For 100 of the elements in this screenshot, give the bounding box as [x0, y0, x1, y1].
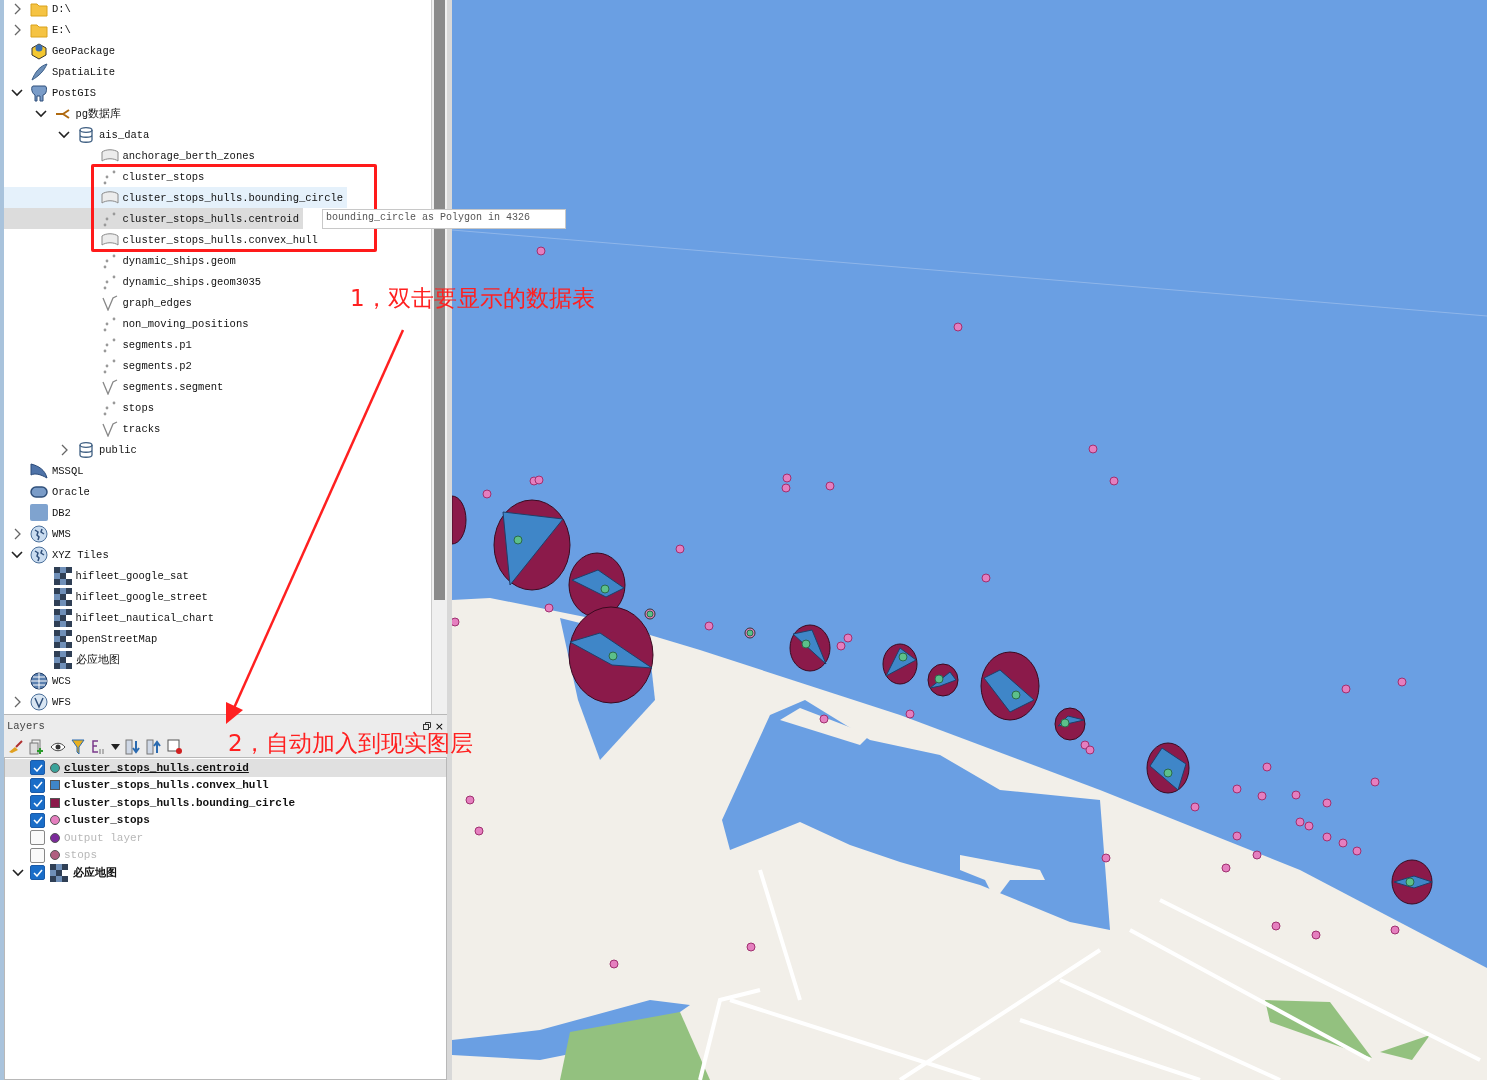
- tree-item[interactable]: non_moving_positions: [4, 313, 253, 334]
- point-marker: [1291, 790, 1301, 800]
- filter-icon[interactable]: [71, 739, 85, 755]
- globe-icon: [30, 545, 48, 564]
- globe-icon: [30, 671, 48, 690]
- chevron-down-icon[interactable]: [57, 128, 71, 141]
- checkbox[interactable]: [30, 847, 45, 863]
- tree-item[interactable]: WMS: [4, 523, 75, 544]
- point-marker: [1221, 863, 1231, 873]
- tree-item[interactable]: anchorage_berth_zones: [4, 145, 259, 166]
- checkbox[interactable]: [30, 812, 45, 828]
- checker-tile-icon: [53, 629, 72, 648]
- point-marker: [675, 544, 685, 554]
- point-marker: [781, 483, 791, 493]
- tree-item[interactable]: dynamic_ships.geom3035: [4, 271, 266, 292]
- layer-item[interactable]: cluster_stops_hulls.bounding_circle: [5, 794, 446, 812]
- point-marker: [609, 959, 619, 969]
- paint-brush-icon[interactable]: [8, 740, 24, 754]
- sail-icon: [30, 462, 48, 479]
- chevron-down-icon[interactable]: [10, 548, 24, 561]
- checkbox[interactable]: [30, 865, 45, 881]
- eye-icon[interactable]: [50, 741, 66, 753]
- tree-item[interactable]: WFS: [4, 691, 75, 712]
- layer-item[interactable]: cluster_stops_hulls.convex_hull: [5, 776, 446, 794]
- cluster-drawing: [1391, 859, 1433, 905]
- layer-item[interactable]: cluster_stops_hulls.centroid: [5, 759, 446, 777]
- tree-item[interactable]: segments.p1: [4, 334, 196, 355]
- caret-icon[interactable]: [111, 744, 120, 750]
- tree-item[interactable]: DB2: [4, 502, 75, 523]
- point-marker: [1338, 838, 1348, 848]
- tree-item[interactable]: ais_data: [4, 124, 154, 145]
- point-marker: [1232, 831, 1242, 841]
- tree-item[interactable]: WCS: [4, 670, 75, 691]
- tree-item[interactable]: D:\: [4, 0, 75, 19]
- add-group-icon[interactable]: [29, 739, 45, 755]
- tree-item[interactable]: cluster_stops_hulls.bounding_circle: [4, 187, 348, 208]
- folder-icon: [30, 21, 48, 38]
- tree-item[interactable]: public: [4, 439, 141, 460]
- feather-icon: [30, 62, 48, 81]
- tree-item[interactable]: graph_edges: [4, 292, 196, 313]
- tree-item[interactable]: 必应地图: [4, 649, 124, 670]
- panel-title: Layers: [7, 720, 45, 732]
- expand-all-icon[interactable]: [125, 739, 141, 755]
- checkbox[interactable]: [30, 795, 45, 811]
- polygon-icon: [100, 190, 119, 205]
- tree-item[interactable]: hifleet_nautical_chart: [4, 607, 219, 628]
- tree-item[interactable]: hifleet_google_sat: [4, 565, 193, 586]
- tree-item[interactable]: OpenStreetMap: [4, 628, 162, 649]
- connection-icon: [54, 107, 71, 120]
- expression-icon[interactable]: [90, 739, 106, 755]
- tree-item[interactable]: MSSQL: [4, 460, 88, 481]
- tree-item[interactable]: stops: [4, 397, 158, 418]
- chevron-down-icon[interactable]: [10, 86, 24, 99]
- tree-item[interactable]: GeoPackage: [4, 40, 119, 61]
- tooltip: bounding_circle as Polygon in 4326: [322, 209, 566, 229]
- tree-item[interactable]: tracks: [4, 418, 165, 439]
- tree-item[interactable]: segments.segment: [4, 376, 228, 397]
- point-marker: [1085, 745, 1095, 755]
- checkbox[interactable]: [30, 760, 45, 776]
- database-tile-icon: [30, 504, 48, 521]
- tree-item[interactable]: pg数据库: [4, 103, 126, 124]
- collapse-all-icon[interactable]: [146, 739, 162, 755]
- point-marker: [1252, 850, 1262, 860]
- tree-item[interactable]: E:\: [4, 19, 75, 40]
- cluster-drawing: [882, 643, 918, 685]
- checkbox[interactable]: [30, 830, 45, 846]
- checker-tile-icon: [53, 587, 72, 606]
- remove-layer-icon[interactable]: [167, 739, 183, 755]
- close-button[interactable]: ×: [434, 720, 444, 732]
- tree-item[interactable]: hifleet_google_street: [4, 586, 212, 607]
- tree-item[interactable]: cluster_stops: [4, 166, 209, 187]
- globe-icon: [30, 692, 48, 711]
- point-marker: [482, 489, 492, 499]
- checkbox[interactable]: [30, 777, 45, 793]
- point-marker: [1271, 921, 1281, 931]
- point-marker: [1080, 740, 1090, 750]
- tree-item[interactable]: dynamic_ships.geom: [4, 250, 240, 271]
- point-marker: [1322, 832, 1332, 842]
- tree-item[interactable]: XYZ Tiles: [4, 544, 113, 565]
- layer-item[interactable]: 必应地图: [5, 864, 446, 882]
- tree-item[interactable]: segments.p2: [4, 355, 196, 376]
- tree-item[interactable]: Oracle: [4, 481, 94, 502]
- point-marker: [1295, 817, 1305, 827]
- point-marker: [1322, 798, 1332, 808]
- float-icon[interactable]: [422, 722, 431, 730]
- point-marker: [534, 475, 544, 485]
- point-marker: [746, 942, 756, 952]
- database-icon: [79, 441, 93, 458]
- point-marker: [452, 617, 460, 627]
- layer-item[interactable]: cluster_stops: [5, 811, 446, 829]
- point-marker: [836, 641, 846, 651]
- cluster-drawing: [789, 624, 831, 672]
- tree-item[interactable]: PostGIS: [4, 82, 101, 103]
- tree-item[interactable]: cluster_stops_hulls.centroid: [4, 208, 303, 229]
- point-marker: [1088, 444, 1098, 454]
- cluster-drawing: [927, 663, 959, 697]
- chevron-down-icon[interactable]: [33, 107, 48, 120]
- tree-item[interactable]: cluster_stops_hulls.convex_hull: [4, 229, 322, 250]
- tree-item[interactable]: SpatiaLite: [4, 61, 119, 82]
- chevron-down-icon[interactable]: [12, 866, 24, 879]
